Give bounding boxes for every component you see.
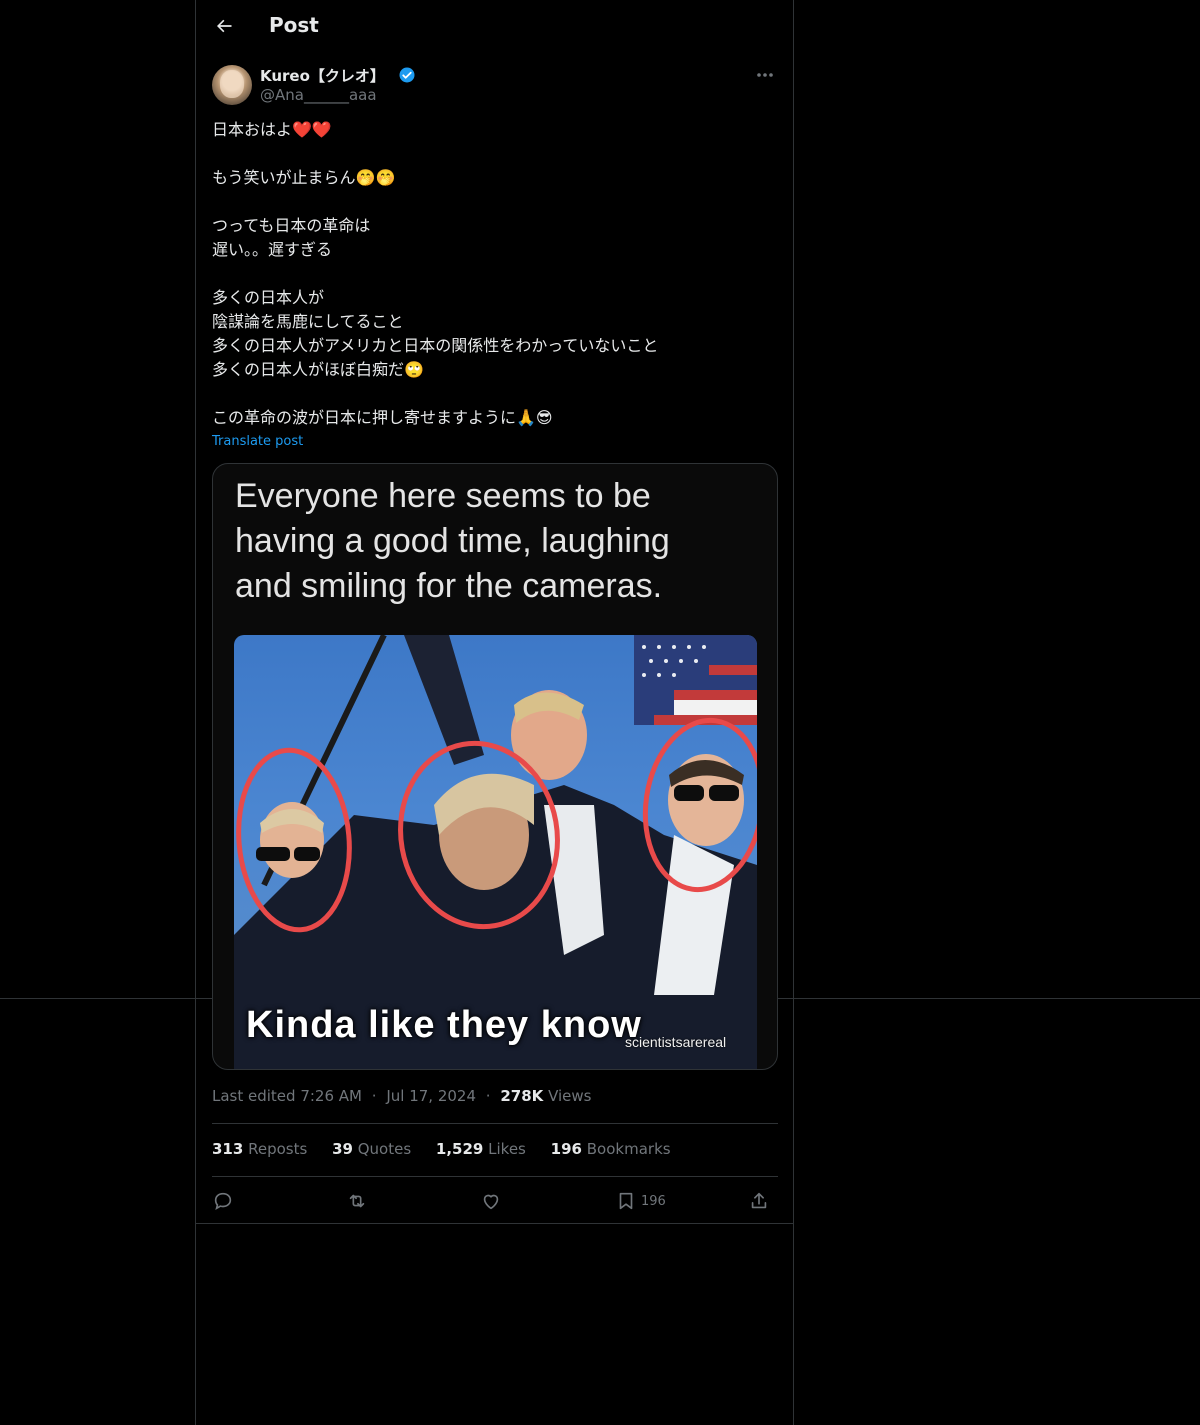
post-line: 陰謀論を馬鹿にしてること: [212, 312, 404, 331]
page-title: Post: [269, 13, 319, 37]
post-date[interactable]: Jul 17, 2024: [386, 1087, 476, 1105]
likes-count: 1,529: [435, 1140, 484, 1158]
likes-label: Likes: [488, 1140, 526, 1158]
bookmark-count: 196: [641, 1193, 666, 1209]
quotes-stat[interactable]: 39 Quotes: [332, 1140, 411, 1158]
post-line: [212, 262, 778, 286]
like-button[interactable]: [480, 1186, 502, 1216]
bookmark-button[interactable]: 196: [615, 1186, 666, 1216]
meme-top-caption: Everyone here seems to be having a good …: [235, 474, 755, 609]
translate-post-link[interactable]: Translate post: [212, 434, 303, 449]
author-row: Kureo【クレオ】 @Ana______aaa: [212, 64, 778, 106]
post-text: 日本おはよ❤️❤️ もう笑いが止まらん🤭🤭 つっても日本の革命は 遅い。。遅すぎ…: [212, 118, 778, 430]
action-bar: 196: [212, 1186, 778, 1216]
more-options-icon[interactable]: [752, 64, 778, 86]
reply-icon: [214, 1192, 232, 1211]
repost-button[interactable]: [346, 1186, 368, 1216]
likes-stat[interactable]: 1,529 Likes: [436, 1140, 526, 1158]
repost-icon: [349, 1194, 365, 1208]
avatar[interactable]: [212, 65, 252, 105]
author-handle[interactable]: @Ana______aaa: [260, 86, 377, 104]
post-line: [212, 142, 778, 166]
post-media-image[interactable]: Everyone here seems to be having a good …: [212, 463, 778, 1070]
reposts-count: 313: [212, 1140, 244, 1158]
post-line: つっても日本の革命は: [212, 216, 371, 235]
post-line: 多くの日本人がアメリカと日本の関係性をわかっていないこと: [212, 336, 659, 355]
post-line: [212, 190, 778, 214]
meme-caption-line: Everyone here seems to be: [235, 477, 651, 515]
post-line: もう笑いが止まらん🤭🤭: [212, 168, 396, 187]
reply-button[interactable]: [212, 1186, 234, 1216]
quotes-count: 39: [332, 1140, 353, 1158]
arrow-left-icon: [217, 19, 232, 33]
quotes-label: Quotes: [357, 1140, 412, 1158]
share-icon: [751, 1192, 767, 1209]
meta-separator: ·: [371, 1087, 377, 1105]
post-meta: Last edited 7:26 AM · Jul 17, 2024 · 278…: [212, 1087, 592, 1105]
edited-time[interactable]: Last edited 7:26 AM: [212, 1087, 362, 1105]
views-count: 278K: [500, 1087, 544, 1105]
meme-bottom-caption: Kinda like they know: [246, 1004, 642, 1046]
post-line: 日本おはよ❤️❤️: [212, 120, 332, 139]
reposts-label: Reposts: [248, 1140, 308, 1158]
back-button[interactable]: [210, 12, 238, 40]
bookmark-icon: [619, 1192, 633, 1210]
meta-separator: ·: [485, 1087, 491, 1105]
page-header: Post: [196, 0, 794, 53]
verified-badge-icon[interactable]: [398, 66, 416, 84]
post-line: この革命の波が日本に押し寄せますように🙏😎: [212, 408, 553, 427]
post-line: 多くの日本人がほぼ白痴だ🙄: [212, 360, 424, 379]
post-line: 多くの日本人が: [212, 288, 325, 307]
bookmarks-stat[interactable]: 196 Bookmarks: [551, 1140, 671, 1158]
meme-caption-line: having a good time, laughing: [235, 522, 670, 560]
post-line: [212, 382, 778, 406]
divider: [196, 1223, 794, 1224]
watermark: scientistsarereal: [625, 1034, 727, 1050]
reposts-stat[interactable]: 313 Reposts: [212, 1140, 307, 1158]
divider: [212, 1176, 778, 1177]
engagement-stats: 313 Reposts 39 Quotes 1,529 Likes 196 Bo…: [212, 1140, 691, 1158]
meme-caption-line: and smiling for the cameras.: [235, 567, 663, 605]
share-button[interactable]: [748, 1186, 770, 1216]
bookmarks-label: Bookmarks: [586, 1140, 671, 1158]
bookmarks-count: 196: [550, 1140, 582, 1158]
author-display-name[interactable]: Kureo【クレオ】: [260, 65, 385, 86]
post-column: Post Kureo【クレオ】 @Ana______aaa 日本おはよ❤️❤️ …: [195, 0, 794, 1425]
divider: [212, 1123, 778, 1124]
post-line: 遅い。。遅すぎる: [212, 240, 333, 259]
views-label: Views: [548, 1087, 592, 1105]
heart-icon: [483, 1194, 499, 1210]
